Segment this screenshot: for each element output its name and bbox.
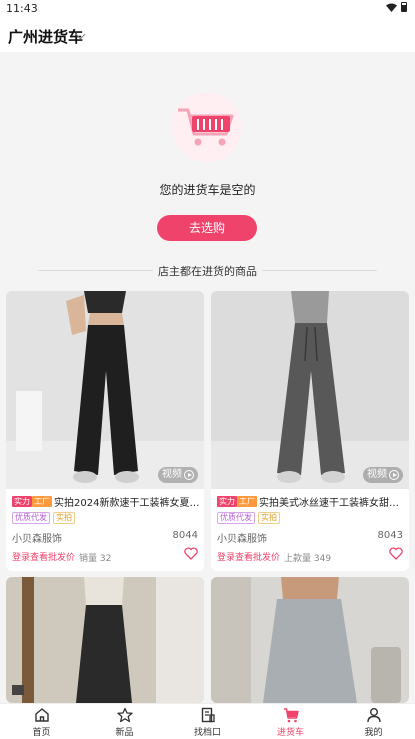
product-tags: 优质代发 实拍: [217, 512, 280, 524]
section-header: 店主都在进货的商品: [0, 260, 415, 280]
product-image: [211, 577, 409, 703]
tab-cart[interactable]: 进货车: [249, 704, 332, 739]
tab-find-stall[interactable]: 找档口: [166, 704, 249, 739]
product-photo[interactable]: 视频: [211, 291, 409, 489]
tab-new[interactable]: 新品: [83, 704, 166, 739]
empty-cart-illustration: [172, 92, 242, 162]
stall-code: 8044: [172, 530, 198, 541]
tab-mine[interactable]: 我的: [332, 704, 415, 739]
product-card[interactable]: [211, 577, 409, 703]
product-photo[interactable]: 视频: [6, 291, 204, 489]
strength-badge: 实力: [217, 495, 237, 507]
page-title[interactable]: 广州进货车: [8, 26, 83, 47]
play-icon: [389, 470, 399, 480]
listing-count: 上款量 349: [284, 554, 332, 564]
video-label: 视频: [162, 469, 182, 480]
cart-icon: [283, 708, 299, 723]
bottom-tab-bar: 首页 新品 找档口 进货车 我的: [0, 703, 415, 739]
tab-label: 进货车: [276, 728, 304, 738]
battery-icon: [401, 2, 407, 12]
login-price-link[interactable]: 登录查看批发价: [12, 550, 75, 563]
product-title: 实拍美式冰丝速干工装裤女甜酷辣…: [259, 497, 405, 509]
factory-badge: 工厂: [237, 495, 257, 507]
stall-code: 8043: [377, 530, 403, 541]
video-badge[interactable]: 视频: [363, 467, 403, 483]
tag-real-photo: 实拍: [53, 512, 75, 524]
cart-icon: [178, 108, 234, 146]
product-card[interactable]: 视频 实力 工厂 实拍2024新款速干工装裤女夏美式… 优质代发 实拍 小贝森服…: [6, 291, 204, 571]
shop-name[interactable]: 小贝森服饰: [12, 530, 62, 545]
video-badge[interactable]: 视频: [158, 467, 198, 483]
heart-icon[interactable]: [389, 547, 403, 560]
tab-label: 首页: [32, 728, 51, 738]
clock: 11:43: [6, 2, 38, 15]
empty-cart-state: 您的进货车是空的 去选购: [0, 52, 415, 262]
tab-label: 新品: [115, 728, 134, 738]
factory-badge: 工厂: [32, 495, 52, 507]
home-icon: [34, 708, 49, 722]
product-title-row[interactable]: 实力 工厂 实拍2024新款速干工装裤女夏美式…: [12, 494, 200, 508]
product-card[interactable]: [6, 577, 204, 703]
heart-icon[interactable]: [184, 547, 198, 560]
product-title: 实拍2024新款速干工装裤女夏美式…: [54, 497, 200, 509]
play-icon: [184, 470, 194, 480]
strength-badge: 实力: [12, 495, 32, 507]
product-title-row[interactable]: 实力 工厂 实拍美式冰丝速干工装裤女甜酷辣…: [217, 494, 405, 508]
sales-count: 销量 32: [79, 554, 112, 564]
section-title: 店主都在进货的商品: [158, 265, 257, 278]
status-icons: [386, 2, 407, 12]
tag-dropship: 优质代发: [12, 512, 50, 524]
tag-dropship: 优质代发: [217, 512, 255, 524]
shop-name[interactable]: 小贝森服饰: [217, 530, 267, 545]
user-icon: [366, 708, 381, 723]
star-icon: [116, 707, 133, 723]
empty-cart-message: 您的进货车是空的: [159, 183, 256, 197]
video-label: 视频: [367, 469, 387, 480]
header: 广州进货车: [0, 18, 415, 52]
divider-line: [262, 270, 377, 271]
product-image: [211, 291, 409, 489]
product-card[interactable]: 视频 实力 工厂 实拍美式冰丝速干工装裤女甜酷辣… 优质代发 实拍 小贝森服饰 …: [211, 291, 409, 571]
tab-label: 我的: [364, 728, 383, 738]
tab-home[interactable]: 首页: [0, 704, 83, 739]
product-image: [6, 291, 204, 489]
status-bar: 11:43: [0, 0, 415, 18]
store-icon: [201, 707, 215, 723]
login-price-link[interactable]: 登录查看批发价: [217, 550, 280, 563]
go-shopping-button[interactable]: 去选购: [157, 215, 257, 241]
wifi-icon: [386, 3, 397, 12]
product-image: [6, 577, 204, 703]
product-tags: 优质代发 实拍: [12, 512, 75, 524]
tab-label: 找档口: [193, 728, 221, 738]
tag-real-photo: 实拍: [258, 512, 280, 524]
